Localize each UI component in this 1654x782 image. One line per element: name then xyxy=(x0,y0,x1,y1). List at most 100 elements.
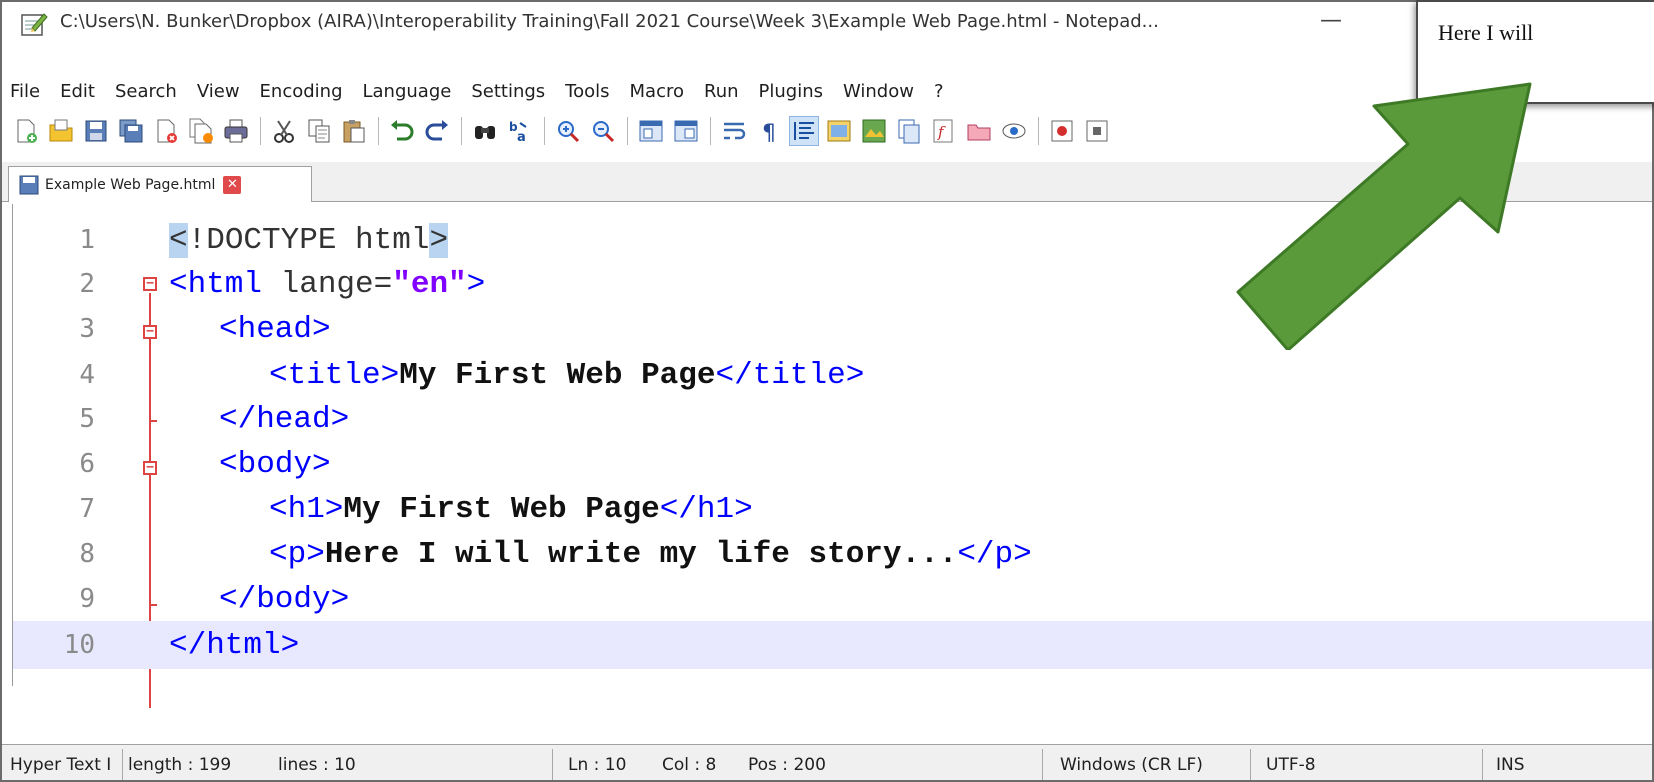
redo-icon[interactable] xyxy=(423,117,451,145)
preview-paragraph: Here I will xyxy=(1438,20,1534,45)
status-divider xyxy=(552,749,553,780)
status-divider xyxy=(1042,749,1043,780)
user-defined-language-icon[interactable] xyxy=(825,117,853,145)
code-line[interactable]: 9 </body> xyxy=(13,575,1652,623)
undo-icon[interactable] xyxy=(388,117,416,145)
tab-example-web-page[interactable]: Example Web Page.html ✕ xyxy=(8,166,312,202)
tab-close-icon[interactable]: ✕ xyxy=(223,175,242,194)
menu-window[interactable]: Window xyxy=(833,81,924,102)
line-number: 6 xyxy=(79,449,95,479)
copy-icon[interactable] xyxy=(305,117,333,145)
folder-as-workspace-icon[interactable]: f xyxy=(930,117,958,145)
zoom-out-icon[interactable] xyxy=(589,117,617,145)
document-map-icon[interactable] xyxy=(860,117,888,145)
word-wrap-icon[interactable] xyxy=(720,117,748,145)
toolbar: ba ¶ f xyxy=(2,112,1422,150)
stop-recording-icon[interactable] xyxy=(1083,117,1111,145)
toolbar-separator xyxy=(260,117,261,145)
menu-run[interactable]: Run xyxy=(694,81,749,102)
monitoring-eye-icon[interactable] xyxy=(1000,117,1028,145)
line-text: <p>Here I will write my life story...</p… xyxy=(269,536,1032,572)
line-text: </html> xyxy=(169,627,300,663)
status-line-number: Ln : 10 xyxy=(568,755,627,775)
workspace-folder-icon[interactable] xyxy=(965,117,993,145)
open-file-icon[interactable] xyxy=(47,117,75,145)
line-text: <h1>My First Web Page</h1> xyxy=(269,491,753,527)
menu-settings[interactable]: Settings xyxy=(461,81,555,102)
toolbar-separator xyxy=(378,117,379,145)
record-macro-icon[interactable] xyxy=(1048,117,1076,145)
minimize-button[interactable]: — xyxy=(1314,8,1348,38)
line-text: <html lange="en"> xyxy=(169,266,486,302)
menu-help[interactable]: ? xyxy=(924,81,954,102)
toolbar-separator xyxy=(461,117,462,145)
line-number: 1 xyxy=(79,225,95,255)
code-line-current[interactable]: 10 </html> xyxy=(13,621,1652,669)
saved-file-icon xyxy=(19,175,39,194)
indent-guide-icon[interactable] xyxy=(789,116,819,146)
menu-file[interactable]: File xyxy=(2,81,50,102)
toolbar-separator xyxy=(544,117,545,145)
line-number: 5 xyxy=(79,404,95,434)
status-language: Hyper Text I xyxy=(10,755,112,775)
menu-encoding[interactable]: Encoding xyxy=(250,81,353,102)
line-number: 9 xyxy=(79,584,95,614)
line-text: </head> xyxy=(219,401,350,437)
print-icon[interactable] xyxy=(222,117,250,145)
function-list-icon[interactable] xyxy=(895,117,923,145)
line-number: 8 xyxy=(79,539,95,569)
sync-horizontal-scroll-icon[interactable] xyxy=(672,117,700,145)
line-text: <title>My First Web Page</title> xyxy=(269,357,865,393)
new-file-icon[interactable] xyxy=(12,117,40,145)
status-divider xyxy=(1482,749,1483,780)
line-number: 2 xyxy=(79,269,95,299)
window-title: C:\Users\N. Bunker\Dropbox (AIRA)\Intero… xyxy=(60,11,1159,32)
zoom-in-icon[interactable] xyxy=(554,117,582,145)
line-text: <body> xyxy=(219,446,331,482)
toolbar-separator xyxy=(710,117,711,145)
menu-edit[interactable]: Edit xyxy=(50,81,105,102)
menu-view[interactable]: View xyxy=(187,81,250,102)
line-text: <head> xyxy=(219,311,331,347)
menu-macro[interactable]: Macro xyxy=(620,81,694,102)
line-number: 4 xyxy=(79,360,95,390)
code-line[interactable]: 7 <h1>My First Web Page</h1> xyxy=(13,485,1652,533)
notepad-app-icon xyxy=(21,13,48,36)
status-lines: lines : 10 xyxy=(278,755,356,775)
menu-bar: File Edit Search View Encoding Language … xyxy=(2,74,954,108)
line-text: </body> xyxy=(219,581,350,617)
svg-text:¶: ¶ xyxy=(762,121,776,145)
green-arrow-annotation xyxy=(1236,82,1532,350)
cut-icon[interactable] xyxy=(270,117,298,145)
show-all-characters-icon[interactable]: ¶ xyxy=(755,117,783,145)
save-all-icon[interactable] xyxy=(117,117,145,145)
line-number: 10 xyxy=(63,630,95,660)
status-divider xyxy=(1250,749,1251,780)
menu-plugins[interactable]: Plugins xyxy=(749,81,833,102)
status-length: length : 199 xyxy=(128,755,232,775)
close-all-icon[interactable] xyxy=(187,117,215,145)
menu-language[interactable]: Language xyxy=(353,81,462,102)
code-line[interactable]: 8 <p>Here I will write my life story...<… xyxy=(13,530,1652,578)
menu-search[interactable]: Search xyxy=(105,81,187,102)
status-bar: Hyper Text I length : 199 lines : 10 Ln … xyxy=(2,744,1652,780)
title-bar: C:\Users\N. Bunker\Dropbox (AIRA)\Intero… xyxy=(2,2,1652,46)
code-line[interactable]: 6 <body> xyxy=(13,440,1652,488)
status-encoding: UTF-8 xyxy=(1266,755,1316,775)
status-insert-mode: INS xyxy=(1496,755,1525,775)
save-icon[interactable] xyxy=(82,117,110,145)
find-icon[interactable] xyxy=(471,117,499,145)
toolbar-separator xyxy=(1038,117,1039,145)
menu-tools[interactable]: Tools xyxy=(555,81,619,102)
toolbar-separator xyxy=(627,117,628,145)
code-line[interactable]: 5 </head> xyxy=(13,395,1652,443)
paste-icon[interactable] xyxy=(340,117,368,145)
replace-icon[interactable]: ba xyxy=(506,117,534,145)
status-column: Col : 8 xyxy=(662,755,717,775)
line-text: <!DOCTYPE html> xyxy=(169,222,449,258)
sync-vertical-scroll-icon[interactable] xyxy=(637,117,665,145)
svg-text:a: a xyxy=(517,130,526,145)
close-file-icon[interactable] xyxy=(152,117,180,145)
status-eol: Windows (CR LF) xyxy=(1060,755,1203,775)
code-line[interactable]: 4 <title>My First Web Page</title> xyxy=(13,351,1652,399)
